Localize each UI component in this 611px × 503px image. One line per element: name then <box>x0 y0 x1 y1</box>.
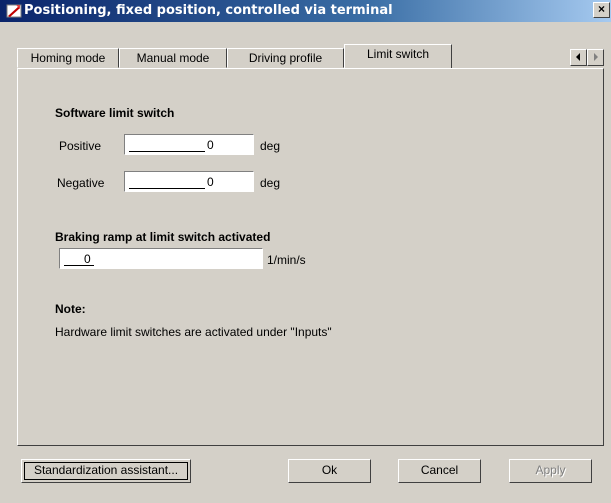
positive-input-underline <box>129 151 205 152</box>
tab-scroll-buttons <box>570 49 604 66</box>
braking-value: 0 <box>84 252 91 266</box>
positive-input[interactable]: 0 <box>124 134 254 155</box>
negative-value: 0 <box>207 175 214 189</box>
tab-manual-mode[interactable]: Manual mode <box>119 48 227 68</box>
note-text: Hardware limit switches are activated un… <box>55 325 332 339</box>
note-heading: Note: <box>55 302 86 316</box>
positive-unit: deg <box>260 139 281 153</box>
braking-heading: Braking ramp at limit switch activated <box>55 230 271 244</box>
positive-value: 0 <box>207 138 214 152</box>
tab-limit-switch[interactable]: Limit switch <box>344 44 452 68</box>
app-tool-icon <box>6 4 22 18</box>
tab-scroll-right-button[interactable] <box>587 49 604 66</box>
cancel-button[interactable]: Cancel <box>398 459 481 483</box>
software-limit-heading: Software limit switch <box>55 106 175 120</box>
tab-homing-mode[interactable]: Homing mode <box>17 48 119 68</box>
negative-unit: deg <box>260 176 281 190</box>
negative-label: Negative <box>57 176 105 190</box>
negative-input-underline <box>129 188 205 189</box>
ok-button[interactable]: Ok <box>288 459 371 483</box>
negative-input[interactable]: 0 <box>124 171 254 192</box>
tab-scroll-left-button[interactable] <box>570 49 587 66</box>
triangle-right-icon <box>594 53 598 61</box>
braking-input[interactable]: 0 <box>59 248 263 269</box>
title-bar: Positioning, fixed position, controlled … <box>0 0 611 22</box>
tab-driving-profile[interactable]: Driving profile <box>227 48 344 68</box>
triangle-left-icon <box>576 53 580 61</box>
standardization-assistant-button[interactable]: Standardization assistant... <box>21 459 191 483</box>
window-title: Positioning, fixed position, controlled … <box>24 3 393 18</box>
positive-label: Positive <box>59 139 102 153</box>
braking-unit: 1/min/s <box>267 253 306 267</box>
close-button[interactable]: × <box>593 2 610 18</box>
apply-button[interactable]: Apply <box>509 459 592 483</box>
